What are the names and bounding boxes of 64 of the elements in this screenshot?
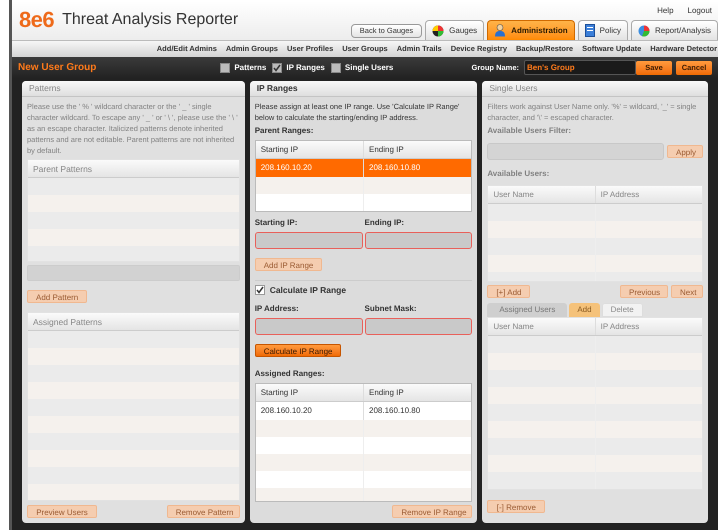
page-title: New User Group	[18, 61, 98, 75]
document-icon	[584, 24, 595, 37]
calculate-button[interactable]: Calculate IP Range	[254, 344, 342, 357]
checkbox[interactable]	[254, 285, 265, 296]
ball-icon	[432, 24, 444, 36]
panel-title: Patterns	[29, 82, 61, 95]
checkbox-label: Calculate IP Range	[270, 284, 346, 297]
checkbox[interactable]	[272, 62, 282, 72]
subnet-mask-field[interactable]	[364, 318, 472, 335]
column-header: User Name	[492, 321, 535, 333]
remove-user-button[interactable]: [-] Remove	[487, 500, 546, 513]
field-label: Starting IP:	[254, 217, 298, 229]
header-link[interactable]: Logout	[688, 7, 712, 20]
column-header: IP Address	[594, 186, 702, 203]
next-button[interactable]: Next	[670, 285, 703, 298]
preview-button[interactable]: Preview Users	[27, 505, 97, 518]
logo: 8e6	[19, 9, 54, 31]
group-name-field[interactable]: Ben's Group	[524, 60, 636, 75]
apply-button[interactable]: Apply	[666, 145, 703, 158]
previous-button[interactable]: Previous	[620, 285, 668, 298]
section-label: Parent Ranges:	[254, 125, 314, 137]
column-header: Assigned Patterns	[32, 316, 103, 329]
ip-address-field[interactable]	[254, 318, 362, 335]
column-header: Starting IP	[260, 144, 300, 156]
remove-ip-range-button[interactable]: Remove IP Range	[392, 505, 472, 518]
checkbox-label: Single Users	[344, 62, 394, 74]
column-header: IP Address	[594, 318, 702, 335]
nav-tab[interactable]: Policy	[578, 20, 628, 40]
check-icon	[256, 286, 264, 294]
ending-ip-field[interactable]	[364, 232, 472, 249]
checkbox[interactable]	[330, 62, 341, 72]
field-label: Subnet Mask:	[364, 302, 418, 315]
field-label: IP Address:	[254, 302, 300, 315]
checkbox-label: IP Ranges	[286, 62, 325, 74]
nav-tab[interactable]: Gauges	[425, 20, 484, 40]
pie-chart-icon	[638, 24, 650, 36]
nav-tab[interactable]: Administration	[487, 20, 575, 40]
header-link[interactable]: Help	[657, 7, 674, 20]
column-header: Starting IP	[260, 386, 300, 399]
check-icon	[273, 64, 282, 72]
starting-ip-field[interactable]	[254, 232, 362, 249]
column-header: Parent Patterns	[32, 163, 94, 176]
app-title: Threat Analysis Reporter	[62, 12, 238, 28]
column-header: Ending IP	[363, 141, 472, 158]
person-icon	[494, 24, 506, 37]
add-ip-range-button[interactable]: Add IP Range	[254, 258, 322, 271]
column-header: Ending IP	[363, 384, 472, 401]
table-cell-text: 208.160.10.20	[260, 404, 313, 417]
section-label: Available Users Filter:	[487, 125, 572, 137]
table-cell-text: 208.160.10.20	[260, 162, 313, 174]
add-user-button[interactable]: [+] Add	[487, 285, 530, 298]
checkbox-label: Patterns	[234, 62, 266, 74]
field-label: Ending IP:	[364, 217, 406, 229]
panel-title: Single Users	[489, 82, 538, 95]
remove-button[interactable]: Remove Pattern	[166, 505, 240, 518]
section-label: Available Users:	[487, 168, 550, 180]
section-label: Assigned Ranges:	[254, 368, 326, 380]
panel-tab[interactable]: Add	[569, 303, 600, 317]
filter-field[interactable]	[487, 143, 664, 160]
add-pattern-button[interactable]: Add Pattern	[27, 290, 88, 303]
column-header: User Name	[492, 189, 535, 201]
nav-tab[interactable]: Report/Analysis	[630, 20, 718, 40]
panel-title: IP Ranges	[256, 82, 298, 95]
checkbox[interactable]	[220, 62, 230, 72]
